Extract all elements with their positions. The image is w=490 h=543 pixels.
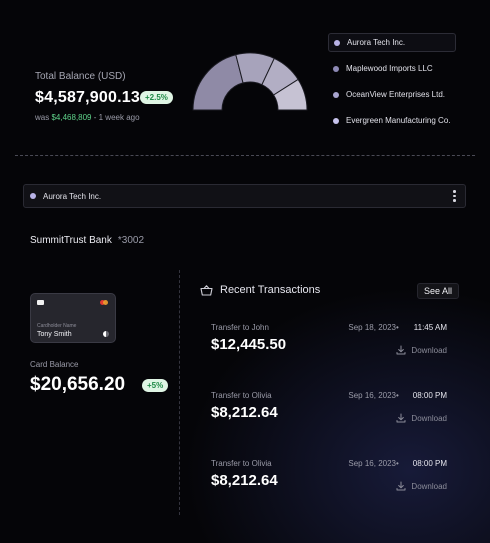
download-label: Download <box>411 413 447 423</box>
bank-account: SummitTrust Bank *3002 <box>30 235 144 246</box>
balance-distribution-gauge <box>192 52 308 111</box>
account-selector-label: Aurora Tech Inc. <box>43 191 102 201</box>
legend-label: OceanView Enterprises Ltd. <box>346 90 446 99</box>
see-all-button[interactable]: See All <box>417 283 459 299</box>
legend-dot <box>333 65 339 72</box>
cardholder-label: Cardholder Name <box>37 323 77 329</box>
cardholder-name: Tony Smith <box>37 331 72 338</box>
account-dot <box>30 193 36 199</box>
bank-name: SummitTrust Bank <box>30 235 112 246</box>
legend-label: Aurora Tech Inc. <box>347 38 406 47</box>
legend-item-aurora-tech[interactable]: Aurora Tech Inc. <box>328 33 456 52</box>
transaction-name: Transfer to Olivia <box>211 391 272 400</box>
download-icon <box>396 481 406 491</box>
legend-item-maplewood-imports[interactable]: Maplewood Imports LLC <box>328 59 456 78</box>
card-balance-change-badge: +5% <box>142 379 169 392</box>
download-label: Download <box>411 481 447 491</box>
credit-card[interactable]: Cardholder Name Tony Smith <box>30 293 116 343</box>
total-balance-label: Total Balance (USD) <box>35 71 126 82</box>
legend-dot <box>333 117 339 124</box>
recent-transactions-title: Recent Transactions <box>220 284 321 296</box>
separator-dot: • <box>396 323 399 332</box>
total-balance-change-badge: +2.5% <box>140 91 173 104</box>
column-divider <box>179 270 180 515</box>
contrast-icon <box>103 331 109 337</box>
separator-dot: • <box>396 459 399 468</box>
legend-label: Maplewood Imports LLC <box>346 64 433 73</box>
transaction-row: Transfer to Olivia $8,212.64 Sep 16, 202… <box>211 459 461 519</box>
separator-dot: • <box>396 391 399 400</box>
transaction-time: 08:00 PM <box>412 391 447 400</box>
transaction-date: Sep 16, 2023 <box>348 391 396 400</box>
legend-dot <box>333 91 339 98</box>
section-divider <box>15 155 475 156</box>
transaction-name: Transfer to John <box>211 323 269 332</box>
transaction-date: Sep 18, 2023 <box>348 323 396 332</box>
transaction-date: Sep 16, 2023 <box>348 459 396 468</box>
legend-item-oceanview-enterprises[interactable]: OceanView Enterprises Ltd. <box>328 85 456 104</box>
download-button[interactable]: Download <box>396 481 447 491</box>
previous-balance-text: was $4,468,809 - 1 week ago <box>35 113 140 122</box>
legend-label: Evergreen Manufacturing Co. <box>346 116 451 125</box>
card-balance-label: Card Balance <box>30 360 79 369</box>
basket-icon <box>200 284 213 296</box>
company-legend: Aurora Tech Inc. Maplewood Imports LLC O… <box>328 33 456 137</box>
card-chip-icon <box>37 300 44 305</box>
transaction-amount: $12,445.50 <box>211 336 287 353</box>
transaction-time: 11:45 AM <box>413 323 447 332</box>
download-icon <box>396 413 406 423</box>
card-balance-value: $20,656.20 <box>30 374 126 395</box>
account-selector[interactable]: Aurora Tech Inc. <box>23 184 466 208</box>
previous-balance-suffix: - 1 week ago <box>93 113 140 122</box>
mastercard-logo-icon <box>100 300 109 305</box>
legend-dot <box>334 39 340 46</box>
download-button[interactable]: Download <box>396 413 447 423</box>
download-button[interactable]: Download <box>396 345 447 355</box>
recent-transactions-header: Recent Transactions <box>200 284 320 296</box>
legend-item-evergreen-manufacturing[interactable]: Evergreen Manufacturing Co. <box>328 111 456 130</box>
download-label: Download <box>411 345 447 355</box>
transaction-time: 08:00 PM <box>412 459 447 468</box>
transaction-amount: $8,212.64 <box>211 472 278 489</box>
previous-balance-value: $4,468,809 <box>51 113 92 122</box>
total-balance-value: $4,587,900.13 <box>35 89 140 106</box>
account-number: *3002 <box>117 235 145 246</box>
previous-balance-prefix: was <box>35 113 50 122</box>
transaction-row: Transfer to Olivia $8,212.64 Sep 16, 202… <box>211 391 461 451</box>
more-options-icon[interactable] <box>453 190 457 204</box>
download-icon <box>396 345 406 355</box>
transaction-row: Transfer to John $12,445.50 Sep 18, 2023… <box>211 323 461 383</box>
transaction-name: Transfer to Olivia <box>211 459 272 468</box>
transaction-amount: $8,212.64 <box>211 404 278 421</box>
gauge-segment <box>192 54 244 111</box>
